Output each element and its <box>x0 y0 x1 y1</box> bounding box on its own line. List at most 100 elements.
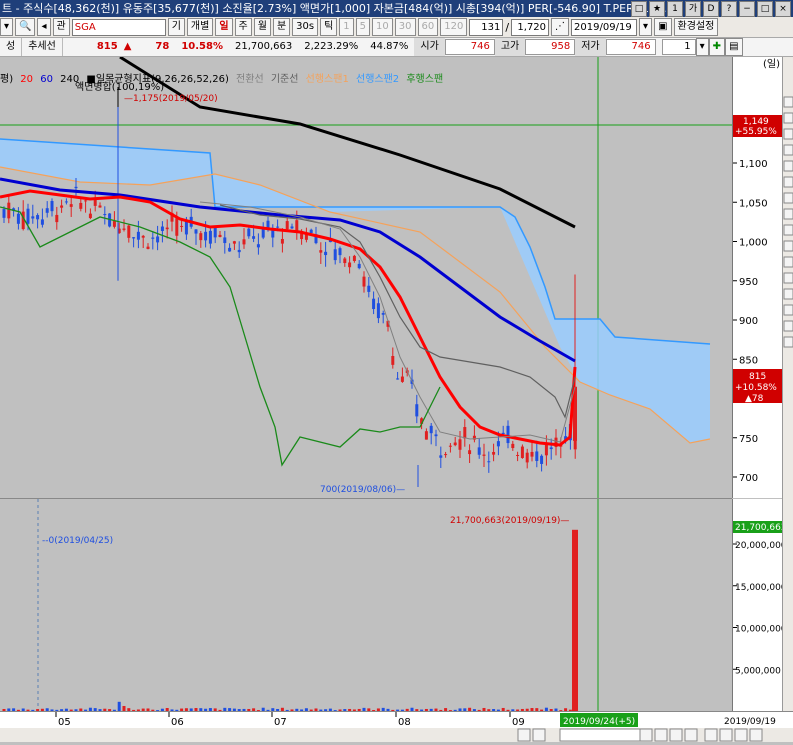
legend-ma240[interactable]: 240 <box>60 74 79 85</box>
candle-body <box>530 451 534 457</box>
volume-chart-svg[interactable]: --0(2019/04/25) 21,700,663(2019/09/19)— <box>0 499 732 711</box>
volume-axis-svg: 20,000,000 15,000,000 10,000,000 5,000,000 2… <box>733 521 787 676</box>
date-input[interactable]: 2019/09/19 <box>571 18 638 36</box>
save-icon[interactable]: ▣ <box>654 18 672 36</box>
interval-1-button[interactable]: 1 <box>339 18 354 36</box>
window-button-4[interactable]: D <box>703 1 719 17</box>
tool-strip-icons <box>783 96 793 348</box>
candle-body <box>151 237 155 239</box>
chart-type-icon[interactable]: ⋰ <box>551 18 570 36</box>
chevron-down-icon[interactable]: ▾ <box>0 18 14 36</box>
ticker-input[interactable]: SGA <box>71 18 166 36</box>
prev-icon[interactable]: ◂ <box>37 18 51 36</box>
candle-body <box>501 432 505 435</box>
price-tick-label: 700 <box>739 473 758 484</box>
legend-ichimoku[interactable]: ■일목균형지표(9,26,26,52,26) <box>86 74 228 85</box>
search-icon[interactable]: 🔍 <box>15 18 36 36</box>
price-tick-label: 1,100 <box>739 159 768 170</box>
legend-base[interactable]: 기준선 <box>271 74 299 85</box>
legend-ma20[interactable]: 20 <box>20 74 33 85</box>
zoom-in-icon[interactable] <box>639 728 653 742</box>
legend-span1[interactable]: 선행스팬1 <box>306 74 349 85</box>
candle-body <box>482 454 486 456</box>
candle-body <box>535 451 539 461</box>
window-button-0[interactable]: □ <box>631 1 647 17</box>
individual-button[interactable]: 개별 <box>186 18 214 36</box>
time-axis-svg: 05 06 07 08 09 2019/09/24(+5) 2019/09/19 <box>55 712 776 728</box>
period-minute-button[interactable]: 분 <box>272 18 291 36</box>
legend-span2[interactable]: 선행스팬2 <box>356 74 399 85</box>
interval-30-button[interactable]: 30 <box>394 18 416 36</box>
price-tick-label: 950 <box>739 277 758 288</box>
candle-body <box>280 238 284 244</box>
period-30s-button[interactable]: 30s <box>292 18 319 36</box>
window-button-3[interactable]: 가 <box>685 1 701 17</box>
print-icon[interactable]: ▤ <box>725 38 743 56</box>
candle-body <box>242 239 246 245</box>
settings-button[interactable]: 환경설정 <box>673 18 719 36</box>
interval-10-button[interactable]: 10 <box>372 18 393 36</box>
legend-conv[interactable]: 전환선 <box>236 74 264 85</box>
add-icon[interactable]: ✚ <box>708 38 726 56</box>
interval-5-button[interactable]: 5 <box>355 18 371 36</box>
zoom-reset-icon[interactable] <box>669 728 683 742</box>
interval-60-button[interactable]: 60 <box>417 18 439 36</box>
candle-body <box>367 285 371 292</box>
price-chart-panel[interactable]: 액면병합(100,19%) —1,175(2019/05/20) 700(2019/… <box>0 57 732 499</box>
candle-body <box>319 250 323 253</box>
corp-button[interactable]: 기 <box>167 18 185 36</box>
window-button-6[interactable]: − <box>739 1 755 17</box>
print-chart-icon[interactable] <box>719 728 733 742</box>
interval-120-button[interactable]: 120 <box>440 18 468 36</box>
price-axis[interactable]: (일) 1,100 1,050 1,000 950 900 850 750 700 1,149 +5… <box>732 57 783 498</box>
price-tick-label: 1,000 <box>739 238 768 249</box>
candle-body <box>26 208 30 224</box>
window-button-5[interactable]: ? <box>721 1 737 17</box>
window-button-2[interactable]: 1 <box>667 1 683 17</box>
window-button-1[interactable]: ★ <box>649 1 665 17</box>
qty-input[interactable]: 1 <box>661 39 696 55</box>
candle-body <box>79 202 83 209</box>
turnover-value: 44.87% <box>370 41 409 52</box>
period-day-button[interactable]: 일 <box>215 18 233 36</box>
bottom-scroll-bar[interactable] <box>0 728 793 742</box>
volume-chart-panel[interactable]: --0(2019/04/25) 21,700,663(2019/09/19)— <box>0 499 732 711</box>
candle-body <box>338 248 342 256</box>
window-button-7[interactable]: □ <box>757 1 773 17</box>
scroll-right-icon[interactable] <box>517 728 531 742</box>
time-axis[interactable]: 05 06 07 08 09 2019/09/24(+5) 2019/09/19 <box>0 711 793 729</box>
candle-body <box>487 461 491 463</box>
drawing-tool-strip[interactable] <box>782 57 793 742</box>
volume-axis[interactable]: 20,000,000 15,000,000 10,000,000 5,000,000 2… <box>732 499 787 711</box>
draw-icon[interactable] <box>749 728 763 742</box>
zoom-out-icon[interactable] <box>654 728 668 742</box>
candle-body <box>381 313 385 315</box>
tab-edge[interactable]: 성 <box>0 38 23 56</box>
date-dropdown-icon[interactable]: ▾ <box>639 18 653 36</box>
tool-icon <box>783 240 793 252</box>
price-chart-svg[interactable]: 액면병합(100,19%)—1,175(2019/05/20)700(2019/… <box>0 57 732 498</box>
period-month-button[interactable]: 월 <box>253 18 271 36</box>
candle-body <box>213 227 217 238</box>
scroll-track[interactable] <box>559 728 641 742</box>
related-button[interactable]: 관 <box>52 18 70 36</box>
window-button-8[interactable]: × <box>775 1 791 17</box>
change-arrow: ▲ <box>123 41 132 52</box>
tab-trendline[interactable]: 추세선 <box>22 38 63 56</box>
tool-icon <box>783 144 793 156</box>
copy-icon[interactable] <box>704 728 718 742</box>
count-input[interactable]: 131 <box>469 18 504 36</box>
tool-icon <box>783 192 793 204</box>
legend-ma60[interactable]: 60 <box>40 74 53 85</box>
export-icon[interactable] <box>734 728 748 742</box>
volume-bar <box>117 701 121 711</box>
qty-dropdown-icon[interactable]: ▾ <box>695 38 709 56</box>
candle-body <box>36 215 40 220</box>
scroll-search-icon[interactable] <box>532 728 546 742</box>
candle-body <box>132 237 136 239</box>
zoom-fit-icon[interactable] <box>684 728 698 742</box>
legend-lag[interactable]: 후행스팬 <box>406 74 443 85</box>
tool-icon <box>783 256 793 268</box>
period-tick-button[interactable]: 틱 <box>320 18 338 36</box>
period-week-button[interactable]: 주 <box>234 18 252 36</box>
